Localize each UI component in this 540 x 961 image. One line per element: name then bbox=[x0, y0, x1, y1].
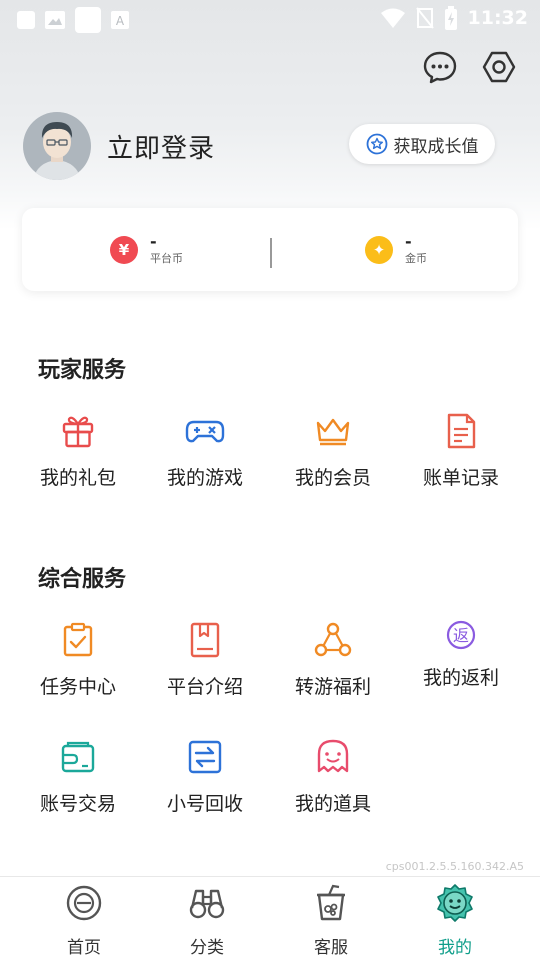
image-icon bbox=[45, 11, 65, 29]
grid-item-my-games[interactable]: 我的游戏 bbox=[141, 411, 269, 490]
svg-text:A: A bbox=[116, 14, 125, 28]
wallet-divider bbox=[270, 238, 272, 268]
avatar-illustration bbox=[23, 112, 91, 180]
platform-coin-value: - bbox=[150, 232, 157, 251]
notification-icon bbox=[17, 11, 35, 29]
platform-coin[interactable]: ¥ - 平台币 bbox=[110, 228, 183, 272]
status-bar: A 11:32 bbox=[0, 0, 540, 36]
grid-item-my-membership[interactable]: 我的会员 bbox=[269, 411, 397, 490]
grid-item-label: 任务中心 bbox=[39, 676, 116, 698]
grid-item-bill-records[interactable]: 账单记录 bbox=[397, 411, 525, 490]
gold-coin-label: 金币 bbox=[405, 252, 427, 265]
settings-icon[interactable] bbox=[482, 50, 516, 84]
tab-label: 客服 bbox=[314, 938, 348, 958]
wallet-icon bbox=[61, 741, 95, 773]
version-text: cps001.2.5.5.160.342.A5 bbox=[385, 860, 524, 873]
tab-mine[interactable]: 我的 bbox=[400, 883, 510, 958]
grid-item-label: 我的返利 bbox=[422, 667, 499, 689]
grid-item-label: 我的礼包 bbox=[39, 467, 116, 489]
rebate-glyph: 返 bbox=[453, 626, 469, 645]
grid-item-platform-intro[interactable]: 平台介绍 bbox=[141, 620, 269, 699]
grid-item-my-rebate[interactable]: 返 我的返利 bbox=[397, 615, 525, 690]
book-icon bbox=[190, 622, 220, 658]
wallet-card: ¥ - 平台币 ✦ - 金币 bbox=[22, 208, 518, 291]
tab-customer-service[interactable]: 客服 bbox=[276, 883, 386, 958]
player-services-title: 玩家服务 bbox=[38, 358, 127, 383]
grid-item-label: 账号交易 bbox=[39, 793, 116, 815]
gold-coin-value: - bbox=[405, 232, 412, 251]
yuan-icon: ¥ bbox=[110, 236, 138, 264]
grid-item-my-gifts[interactable]: 我的礼包 bbox=[14, 411, 142, 490]
cup-icon bbox=[317, 884, 345, 921]
battery-icon bbox=[444, 6, 457, 30]
grid-item-label: 我的会员 bbox=[294, 467, 371, 489]
get-growth-label: 获取成长值 bbox=[393, 136, 479, 157]
app-icon bbox=[75, 7, 101, 33]
grid-item-account-trade[interactable]: 账号交易 bbox=[14, 737, 142, 816]
get-growth-button[interactable]: 获取成长值 bbox=[349, 124, 495, 164]
wifi-icon bbox=[380, 8, 405, 28]
grid-item-label: 我的道具 bbox=[294, 793, 371, 815]
clipboard-check-icon bbox=[63, 622, 93, 657]
tab-label: 我的 bbox=[438, 938, 472, 958]
rebate-icon: 返 bbox=[446, 620, 476, 650]
binoculars-icon bbox=[189, 889, 225, 919]
gold-coin-icon: ✦ bbox=[365, 236, 393, 264]
gamepad-icon bbox=[185, 420, 225, 443]
grid-item-label: 账单记录 bbox=[422, 467, 499, 489]
notification-icons: A bbox=[17, 7, 129, 33]
tab-label: 首页 bbox=[67, 938, 101, 958]
gift-icon bbox=[62, 416, 94, 448]
smiley-badge-icon bbox=[437, 884, 473, 922]
avatar[interactable] bbox=[23, 112, 91, 180]
grid-item-alt-recycle[interactable]: 小号回收 bbox=[141, 737, 269, 816]
star-badge-icon bbox=[366, 133, 387, 155]
gold-coin[interactable]: ✦ - 金币 bbox=[365, 228, 427, 272]
grid-item-transfer-benefits[interactable]: 转游福利 bbox=[269, 620, 397, 699]
grid-item-my-items[interactable]: 我的道具 bbox=[269, 737, 397, 816]
tab-category[interactable]: 分类 bbox=[152, 883, 262, 958]
platform-coin-label: 平台币 bbox=[150, 252, 183, 265]
tab-label: 分类 bbox=[190, 938, 224, 958]
grid-item-label: 我的游戏 bbox=[166, 467, 243, 489]
status-time: 11:32 bbox=[467, 7, 528, 29]
chat-bubble-icon[interactable] bbox=[423, 50, 457, 84]
bottom-tab-bar: 首页 分类 客服 我的 bbox=[0, 876, 540, 961]
grid-item-label: 转游福利 bbox=[294, 676, 371, 698]
ghost-icon bbox=[317, 739, 349, 773]
keyboard-a-icon: A bbox=[111, 11, 129, 29]
no-signal-icon bbox=[415, 7, 434, 29]
grid-item-label: 小号回收 bbox=[166, 793, 243, 815]
system-icons: 11:32 bbox=[380, 6, 528, 30]
profile-section: 立即登录 获取成长值 bbox=[23, 112, 523, 180]
login-link[interactable]: 立即登录 bbox=[107, 128, 215, 165]
grid-item-label: 平台介绍 bbox=[166, 676, 243, 698]
bill-icon bbox=[447, 413, 476, 449]
general-services-title: 综合服务 bbox=[38, 567, 127, 592]
home-circle-icon bbox=[66, 885, 102, 921]
tab-home[interactable]: 首页 bbox=[29, 883, 139, 958]
share-nodes-icon bbox=[314, 622, 352, 657]
exchange-icon bbox=[188, 740, 222, 774]
grid-item-task-center[interactable]: 任务中心 bbox=[14, 620, 142, 699]
crown-icon bbox=[316, 418, 350, 446]
